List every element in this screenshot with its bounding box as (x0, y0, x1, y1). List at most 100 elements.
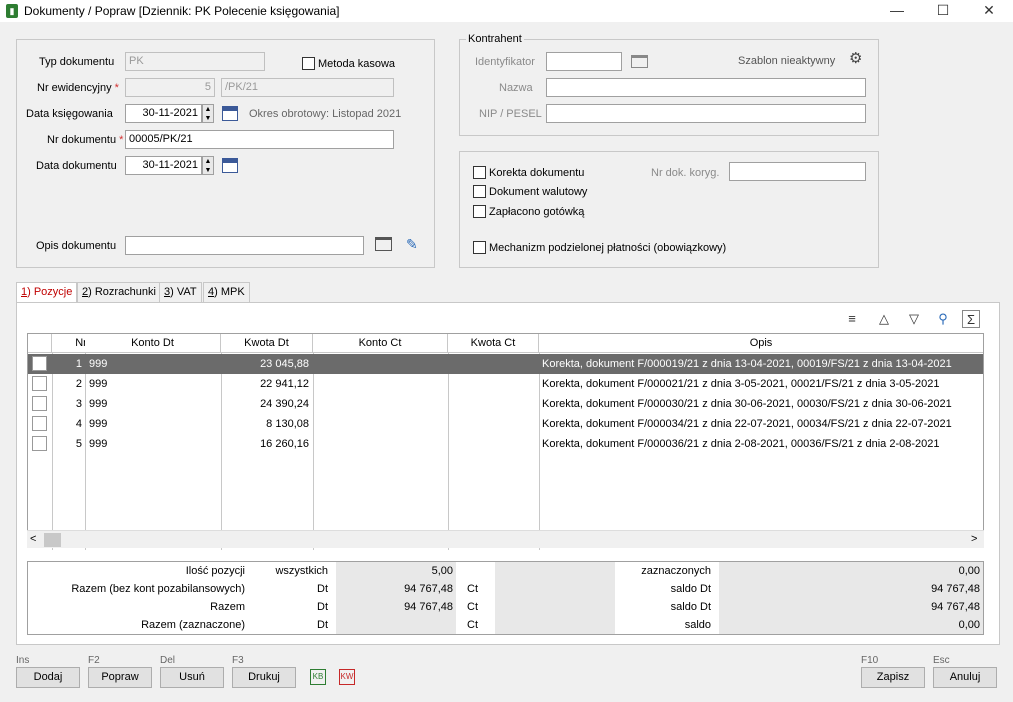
drukuj-button[interactable]: Drukuj (232, 667, 296, 688)
cell-kwota-dt: 24 390,24 (260, 398, 309, 410)
nr-ewid-field[interactable]: 5 (125, 78, 215, 97)
header-opis[interactable]: Opis (539, 334, 983, 353)
cell-nr: 4 (75, 418, 82, 430)
scroll-left-icon[interactable]: < (30, 533, 36, 545)
header-kwota-ct[interactable]: Kwota Ct (448, 334, 539, 353)
gotowka-checkbox[interactable] (473, 205, 486, 218)
sum-dt-label: Dt (317, 583, 328, 595)
zapisz-shortcut: F10 (861, 655, 879, 666)
cell-opis: Korekta, dokument F/000030/21 z dnia 30-… (542, 398, 952, 410)
korekta-label: Korekta dokumentu (489, 167, 585, 179)
calendar-icon[interactable] (222, 106, 238, 121)
row-checkbox[interactable] (32, 416, 47, 431)
sum-icon[interactable]: Σ (962, 310, 980, 328)
kb-icon[interactable]: KB (310, 669, 326, 685)
cell-nr: 3 (75, 398, 82, 410)
cell-konto-ct (317, 374, 445, 394)
folder-icon[interactable] (375, 237, 392, 251)
edit-icon[interactable]: ✎ (406, 236, 418, 253)
table-row[interactable]: 5 999 16 260,16 Korekta, dokument F/0000… (28, 434, 983, 454)
sum-saldo-value: 94 767,48 (931, 583, 980, 595)
sum-zaznaczonych-value: 0,00 (958, 565, 980, 577)
table-row[interactable]: 2 999 22 941,12 Korekta, dokument F/0000… (28, 374, 983, 394)
table-row[interactable]: 4 999 8 130,08 Korekta, dokument F/00003… (28, 414, 983, 434)
row-checkbox[interactable] (32, 436, 47, 451)
scroll-right-icon[interactable]: > (971, 533, 977, 545)
header-konto-ct[interactable]: Konto Ct (313, 334, 448, 353)
cell-konto-ct (317, 414, 445, 434)
nip-field[interactable] (546, 104, 866, 123)
split-payment-checkbox[interactable] (473, 241, 486, 254)
horizontal-scrollbar[interactable]: < > (27, 530, 984, 548)
kw-icon[interactable]: KW (339, 669, 355, 685)
data-ksieg-spinner[interactable]: ▲ ▼ (202, 104, 214, 123)
sum-saldo-value: 0,00 (958, 619, 980, 631)
okres-text: Okres obrotowy: Listopad 2021 (249, 108, 402, 120)
maximize-button[interactable]: ☐ (920, 0, 966, 22)
sum-razem-label: Razem (210, 601, 245, 613)
usun-button[interactable]: Usuń (160, 667, 224, 688)
dodaj-button[interactable]: Dodaj (16, 667, 80, 688)
cell-nr: 2 (75, 378, 82, 390)
sum-dt-label: Dt (317, 619, 328, 631)
drukuj-shortcut: F3 (232, 655, 244, 666)
table-row[interactable]: 3 999 24 390,24 Korekta, dokument F/0000… (28, 394, 983, 414)
header-kwota-dt[interactable]: Kwota Dt (221, 334, 313, 353)
zapisz-button[interactable]: Zapisz (861, 667, 925, 688)
walutowy-checkbox[interactable] (473, 185, 486, 198)
gear-icon[interactable]: ⚙ (849, 49, 862, 67)
header-konto-dt[interactable]: Konto Dt (85, 334, 221, 353)
opis-field[interactable] (125, 236, 364, 255)
move-up-icon[interactable]: △ (875, 310, 893, 328)
cell-konto-dt: 999 (89, 398, 108, 410)
tab-vat[interactable]: 3) VAT (159, 282, 202, 302)
nazwa-field[interactable] (546, 78, 866, 97)
cell-konto-ct (317, 434, 445, 454)
data-dok-label: Data dokumentu (36, 160, 117, 172)
anuluj-shortcut: Esc (933, 655, 950, 666)
sum-dt-label: Dt (317, 601, 328, 613)
move-down-icon[interactable]: ▽ (905, 310, 923, 328)
data-ksieg-field[interactable]: 30-11-2021 (125, 104, 202, 123)
row-checkbox[interactable] (32, 376, 47, 391)
app-icon: ▮ (6, 4, 18, 18)
tab-pozycje[interactable]: 1) Pozycje (16, 282, 78, 303)
close-button[interactable]: ✕ (966, 0, 1012, 22)
usun-shortcut: Del (160, 655, 176, 666)
nr-dok-koryg-label: Nr dok. koryg. (651, 167, 720, 179)
sum-zaznaczonych-label: zaznaczonych (641, 565, 711, 577)
nr-dok-field[interactable]: 00005/PK/21 (125, 130, 394, 149)
folder-icon[interactable] (631, 55, 648, 68)
korekta-checkbox[interactable] (473, 166, 486, 179)
cell-kwota-dt: 16 260,16 (260, 438, 309, 450)
table-row[interactable]: 1 999 23 045,88 Korekta, dokument F/0000… (28, 354, 983, 374)
minimize-button[interactable]: — (874, 0, 920, 22)
cell-konto-ct (317, 354, 445, 374)
data-dok-spinner[interactable]: ▲ ▼ (202, 156, 214, 175)
search-icon[interactable]: ⚲ (934, 310, 952, 328)
row-checkbox[interactable] (32, 396, 47, 411)
cell-kwota-ct (449, 414, 536, 434)
cell-kwota-dt: 8 130,08 (266, 418, 309, 430)
tab-rozrachunki[interactable]: 2) Rozrachunki (77, 282, 161, 302)
tab-mpk[interactable]: 4) MPK (203, 282, 250, 302)
calendar-icon[interactable] (222, 158, 238, 173)
identyfikator-field[interactable] (546, 52, 622, 71)
nr-dok-koryg-field[interactable] (729, 162, 866, 181)
split-payment-label: Mechanizm podzielonej płatności (obowiąz… (489, 242, 727, 254)
metoda-kasowa-checkbox[interactable] (302, 57, 315, 70)
sort-icon[interactable]: ≡ (843, 310, 861, 328)
nr-ewid-label: Nr ewidencyjny * (37, 82, 119, 94)
row-checkbox[interactable] (32, 356, 47, 371)
sum-saldo-label: saldo (684, 619, 711, 631)
typ-field[interactable]: PK (125, 52, 265, 71)
anuluj-button[interactable]: Anuluj (933, 667, 997, 688)
nip-label: NIP / PESEL (479, 108, 542, 120)
popraw-button[interactable]: Popraw (88, 667, 152, 688)
positions-grid: Nr Konto Dt Kwota Dt Konto Ct Kwota Ct O… (27, 333, 984, 550)
metoda-kasowa-label: Metoda kasowa (318, 58, 396, 70)
data-dok-field[interactable]: 30-11-2021 (125, 156, 202, 175)
scroll-thumb[interactable] (44, 533, 61, 547)
cell-konto-ct (317, 394, 445, 414)
window-title: Dokumenty / Popraw [Dziennik: PK Polecen… (24, 4, 340, 18)
